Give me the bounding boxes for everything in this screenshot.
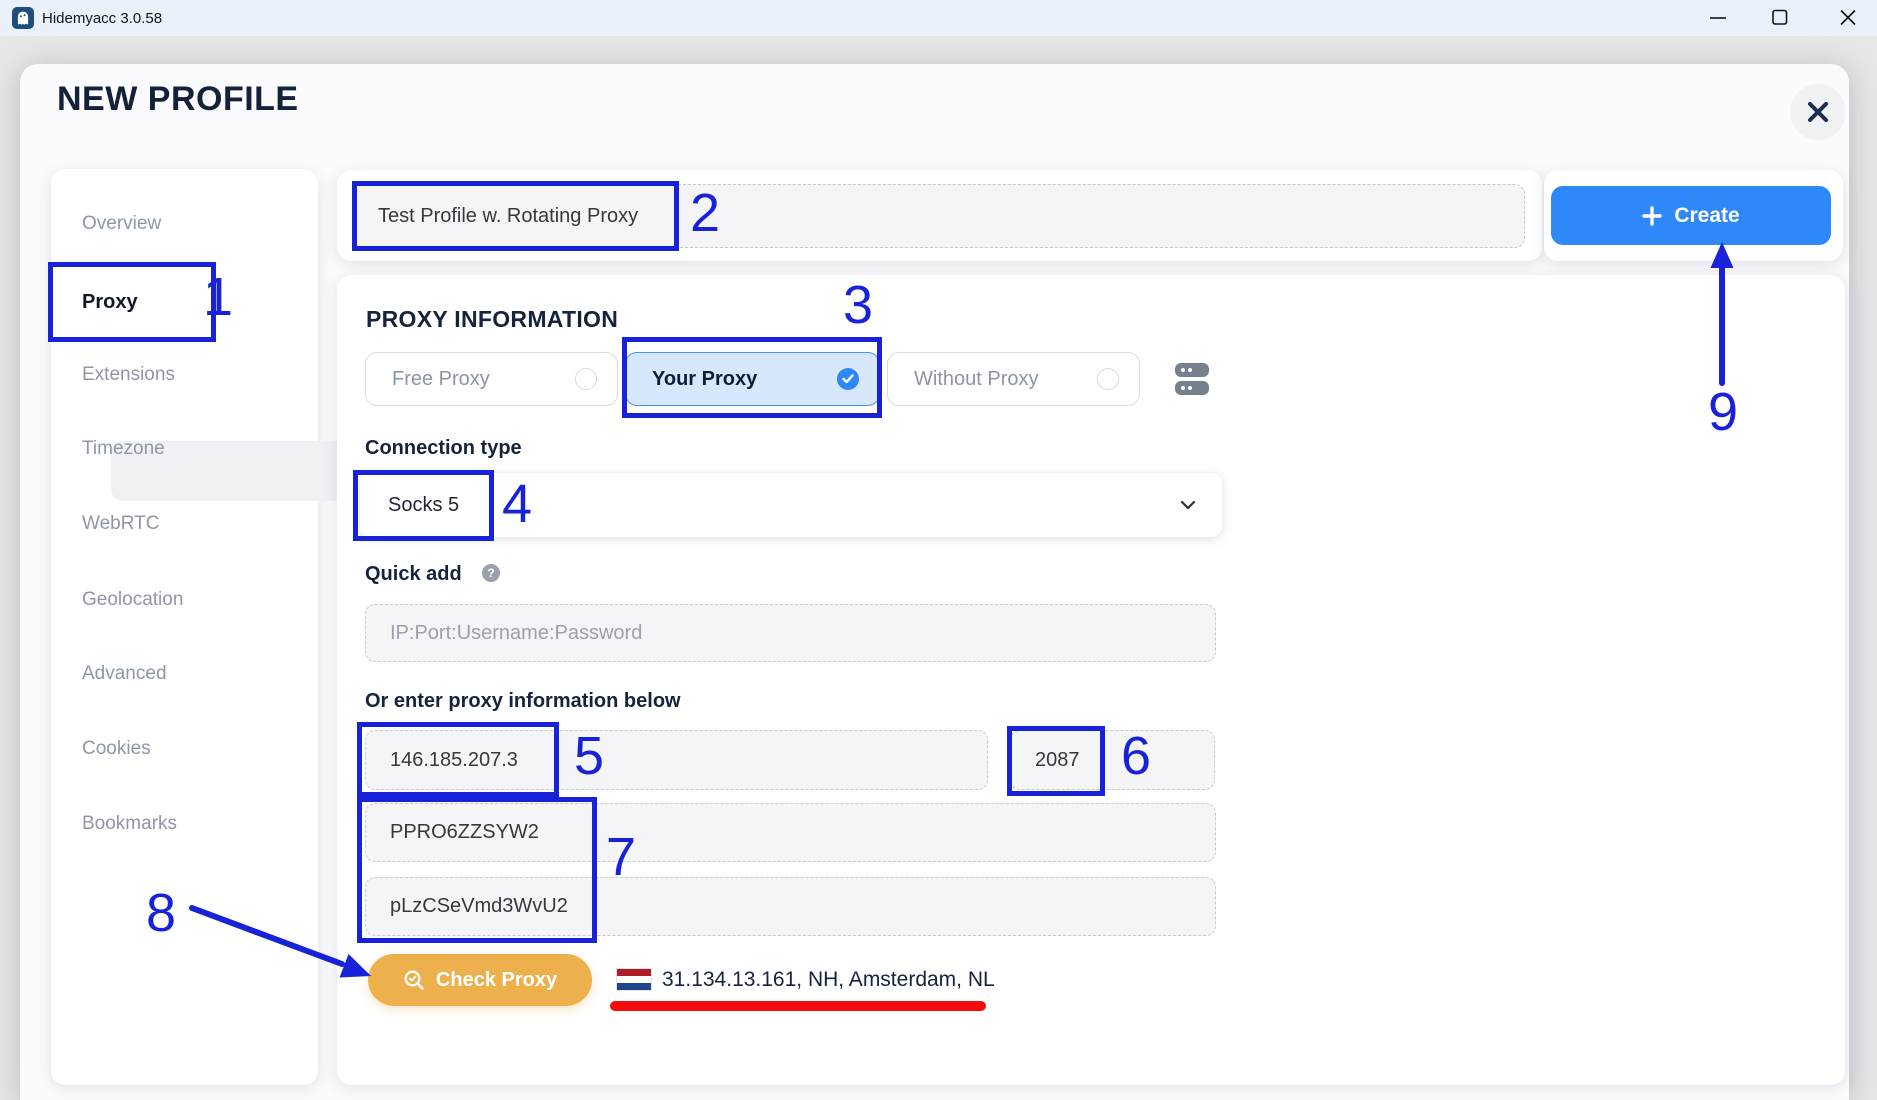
sidebar-item-overview[interactable]: Overview <box>82 213 161 235</box>
option-free-proxy-label: Free Proxy <box>392 368 490 391</box>
close-icon <box>1807 101 1829 123</box>
proxy-manager-icon[interactable] <box>1174 362 1214 396</box>
annotation-box-3 <box>622 337 882 418</box>
maximize-icon <box>1773 11 1787 25</box>
annotation-box-5 <box>357 722 559 797</box>
option-without-proxy-label: Without Proxy <box>914 368 1038 391</box>
check-proxy-label: Check Proxy <box>436 969 557 992</box>
annotation-number-7: 7 <box>606 830 636 884</box>
annotation-box-4 <box>353 470 494 541</box>
sidebar-item-bookmarks[interactable]: Bookmarks <box>82 813 177 835</box>
create-button[interactable]: Create <box>1551 186 1831 245</box>
sidebar-item-webrtc[interactable]: WebRTC <box>82 513 159 535</box>
title-bar: Hidemyacc 3.0.58 <box>0 0 1877 36</box>
annotation-box-1 <box>48 262 216 342</box>
sidebar-item-cookies[interactable]: Cookies <box>82 738 151 760</box>
sidebar-item-extensions[interactable]: Extensions <box>82 364 175 386</box>
quick-add-label: Quick add <box>365 563 462 586</box>
annotation-number-3: 3 <box>843 278 873 332</box>
connection-type-label: Connection type <box>365 437 522 460</box>
help-icon[interactable]: ? <box>482 564 500 582</box>
annotation-number-5: 5 <box>574 729 604 783</box>
plus-icon <box>1642 206 1662 226</box>
sidebar-item-timezone[interactable]: Timezone <box>82 438 165 460</box>
annotation-number-9: 9 <box>1708 385 1738 439</box>
annotation-number-1: 1 <box>203 270 233 324</box>
chevron-down-icon <box>1180 500 1196 510</box>
annotation-number-8: 8 <box>146 886 176 940</box>
window-controls <box>1702 8 1872 28</box>
check-proxy-button[interactable]: Check Proxy <box>368 954 592 1006</box>
annotation-box-7 <box>357 797 597 943</box>
create-button-label: Create <box>1674 204 1739 228</box>
annotation-number-6: 6 <box>1121 729 1151 783</box>
sidebar-item-advanced[interactable]: Advanced <box>82 663 167 685</box>
app-window: Hidemyacc 3.0.58 NEW PROFILE Overview Pr… <box>0 0 1877 1100</box>
proxy-check-result: 31.134.13.161, NH, Amsterdam, NL <box>662 968 995 992</box>
radio-unchecked-icon <box>1097 368 1119 390</box>
dialog-title: NEW PROFILE <box>57 80 299 119</box>
annotation-box-6 <box>1007 726 1105 796</box>
dialog-close-button[interactable] <box>1790 84 1846 140</box>
option-without-proxy[interactable]: Without Proxy <box>887 352 1140 406</box>
quick-add-input[interactable] <box>365 604 1216 662</box>
manual-entry-label: Or enter proxy information below <box>365 690 681 713</box>
window-title: Hidemyacc 3.0.58 <box>42 10 162 27</box>
radio-unchecked-icon <box>575 368 597 390</box>
annotation-number-2: 2 <box>690 186 720 240</box>
app-logo-icon <box>12 7 34 29</box>
option-free-proxy[interactable]: Free Proxy <box>365 352 618 406</box>
annotation-number-4: 4 <box>502 477 532 531</box>
sidebar-item-geolocation[interactable]: Geolocation <box>82 589 183 611</box>
magnifier-check-icon <box>403 969 426 992</box>
proxy-section-heading: PROXY INFORMATION <box>366 306 618 333</box>
result-red-underline <box>610 1001 986 1011</box>
close-window-icon <box>1841 11 1855 25</box>
annotation-box-2 <box>352 181 679 251</box>
netherlands-flag-icon <box>616 968 652 991</box>
